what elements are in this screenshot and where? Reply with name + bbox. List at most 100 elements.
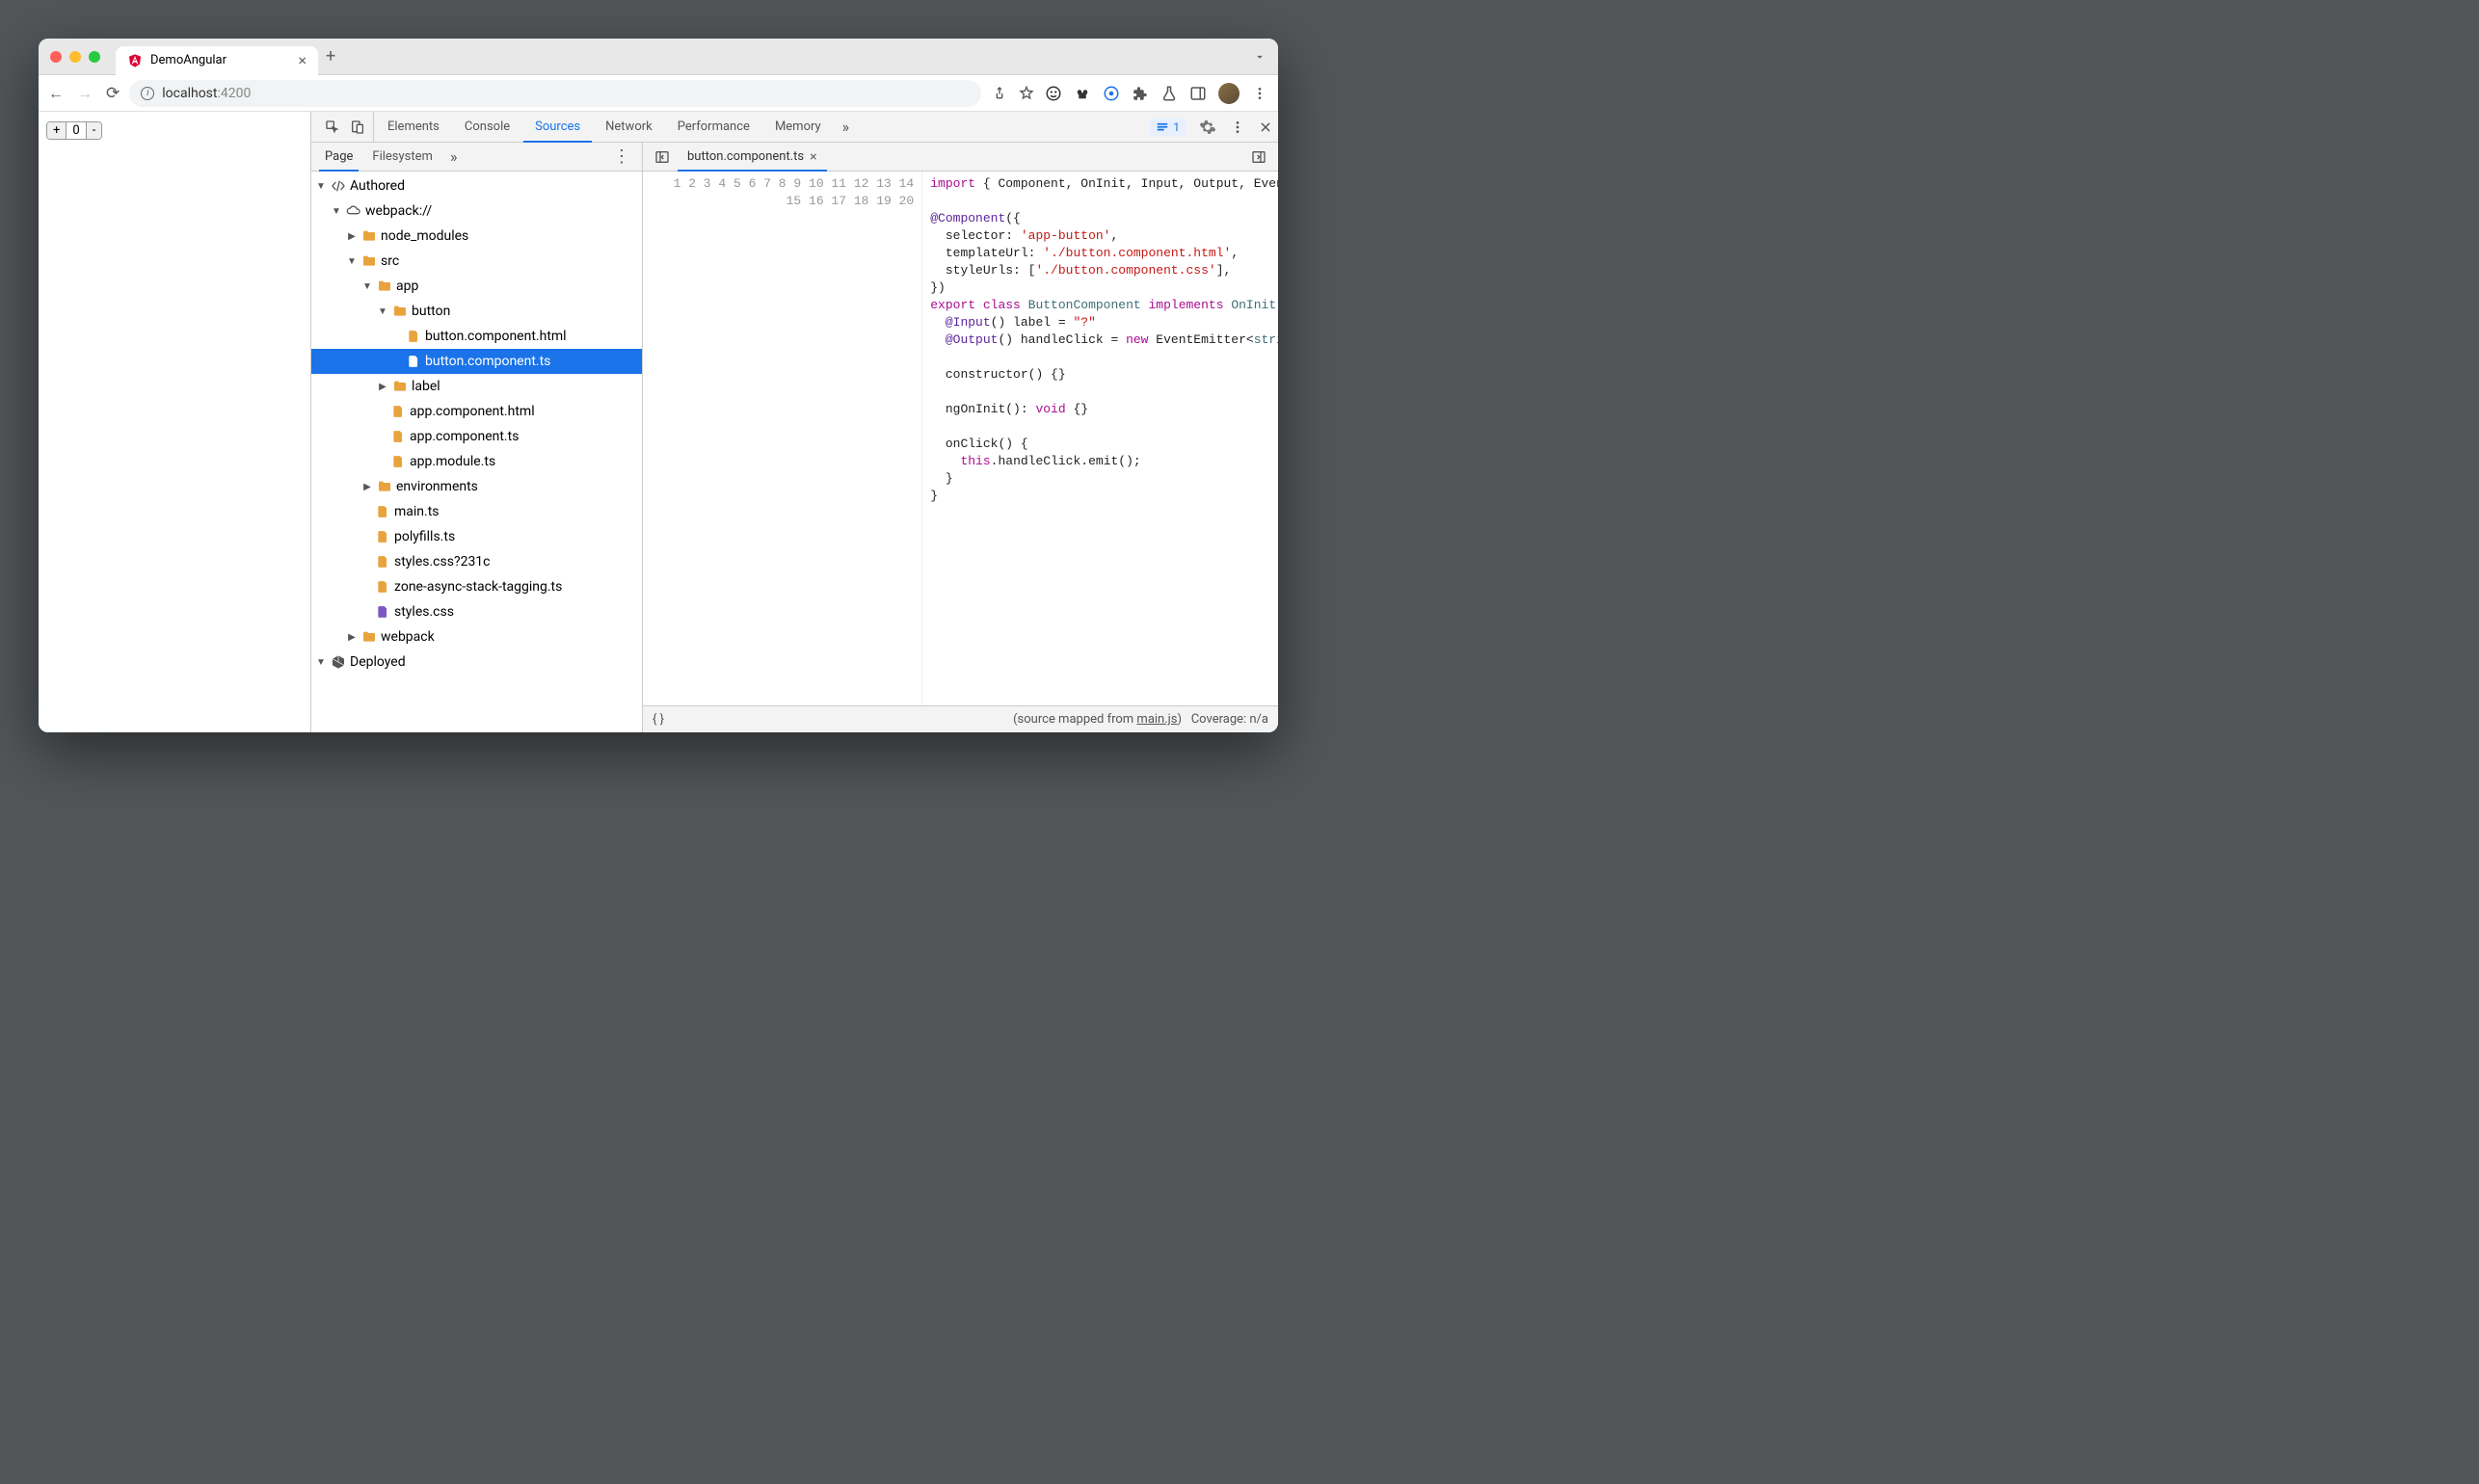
folder-icon: [392, 379, 408, 394]
tab-list-button[interactable]: [1253, 50, 1266, 64]
window-controls: [50, 51, 100, 63]
file-icon: [375, 579, 390, 595]
sidebar-menu-button[interactable]: ⋮: [605, 146, 638, 167]
devtools-icons: [317, 112, 374, 142]
tree-webpack-folder[interactable]: ▶webpack: [311, 624, 642, 649]
sidebar-tab-page[interactable]: Page: [315, 143, 362, 171]
code-editor: button.component.ts × 1 2 3 4 5 6 7 8 9 …: [643, 143, 1278, 732]
side-panel-icon[interactable]: [1189, 85, 1207, 102]
editor-tab-close-icon[interactable]: ×: [810, 149, 816, 165]
tree-polyfills[interactable]: polyfills.ts: [311, 524, 642, 549]
tree-app[interactable]: ▼app: [311, 274, 642, 299]
browser-window: DemoAngular × + ← → ⟳ i localhost:4200: [39, 39, 1278, 732]
browser-tab[interactable]: DemoAngular ×: [116, 46, 318, 75]
file-icon: [375, 554, 390, 570]
profile-avatar[interactable]: [1218, 83, 1240, 104]
cloud-icon: [346, 203, 361, 219]
left-pane-toggle-icon[interactable]: [647, 149, 678, 165]
bookmark-star-icon[interactable]: [1018, 85, 1035, 102]
tree-deployed[interactable]: ▼Deployed: [311, 649, 642, 675]
tree-main-ts[interactable]: main.ts: [311, 499, 642, 524]
device-toggle-icon[interactable]: [350, 119, 365, 135]
file-icon: [406, 354, 421, 369]
devtools-right-controls: 1: [1150, 119, 1272, 136]
tab-sources[interactable]: Sources: [523, 112, 592, 142]
titlebar: DemoAngular × +: [39, 39, 1278, 75]
tree-label-folder[interactable]: ▶label: [311, 374, 642, 399]
back-button[interactable]: ←: [48, 84, 64, 103]
chrome-menu-button[interactable]: [1251, 85, 1268, 102]
file-icon: [390, 429, 406, 444]
coverage-label: Coverage: n/a: [1191, 712, 1268, 727]
devtools-close-icon[interactable]: [1259, 120, 1272, 134]
file-icon: [390, 404, 406, 419]
mapped-link[interactable]: main.js: [1136, 712, 1177, 727]
tree-button-ts[interactable]: button.component.ts: [311, 349, 642, 374]
maximize-window-button[interactable]: [89, 51, 100, 63]
pretty-print-icon[interactable]: { }: [653, 712, 664, 727]
tree-authored[interactable]: ▼Authored: [311, 173, 642, 199]
tree-src[interactable]: ▼src: [311, 249, 642, 274]
extension-icon-1[interactable]: [1045, 85, 1062, 102]
deployed-icon: [331, 654, 346, 670]
labs-icon[interactable]: [1160, 85, 1178, 102]
share-icon[interactable]: [991, 85, 1008, 102]
code-area[interactable]: 1 2 3 4 5 6 7 8 9 10 11 12 13 14 15 16 1…: [643, 172, 1278, 705]
tree-app-ts[interactable]: app.component.ts: [311, 424, 642, 449]
extension-icon-2[interactable]: [1074, 85, 1091, 102]
forward-button[interactable]: →: [77, 84, 93, 103]
tree-styles-css-q[interactable]: styles.css?231c: [311, 549, 642, 574]
url-field[interactable]: i localhost:4200: [129, 80, 981, 107]
tab-close-button[interactable]: ×: [298, 51, 307, 69]
folder-icon: [377, 278, 392, 294]
tree-styles-css[interactable]: styles.css: [311, 599, 642, 624]
site-info-icon[interactable]: i: [141, 87, 154, 100]
devtools-settings-icon[interactable]: [1199, 119, 1216, 136]
devtools-tabs: Elements Console Sources Network Perform…: [311, 112, 1278, 143]
tab-left: DemoAngular: [127, 53, 227, 68]
editor-tab-title: button.component.ts: [687, 149, 804, 164]
extension-icons: [1045, 83, 1268, 104]
counter-value: 0: [66, 122, 86, 139]
close-window-button[interactable]: [50, 51, 62, 63]
editor-tabs: button.component.ts ×: [643, 143, 1278, 172]
tree-environments[interactable]: ▶environments: [311, 474, 642, 499]
sidebar-tabs-overflow[interactable]: »: [442, 147, 466, 166]
tab-performance[interactable]: Performance: [666, 112, 761, 142]
tree-button-html[interactable]: button.component.html: [311, 324, 642, 349]
tab-console[interactable]: Console: [453, 112, 521, 142]
folder-icon: [361, 228, 377, 244]
tree-app-html[interactable]: app.component.html: [311, 399, 642, 424]
reload-button[interactable]: ⟳: [106, 84, 120, 103]
sidebar-tabs: Page Filesystem » ⋮: [311, 143, 642, 172]
minimize-window-button[interactable]: [69, 51, 81, 63]
tab-elements[interactable]: Elements: [376, 112, 451, 142]
right-pane-toggle-icon[interactable]: [1243, 149, 1274, 165]
inspect-element-icon[interactable]: [325, 119, 340, 135]
code-content[interactable]: import { Component, OnInit, Input, Outpu…: [922, 172, 1278, 705]
extension-icon-3[interactable]: [1103, 85, 1120, 102]
sidebar-tab-filesystem[interactable]: Filesystem: [362, 143, 442, 171]
tab-memory[interactable]: Memory: [763, 112, 833, 142]
tree-webpack[interactable]: ▼webpack://: [311, 199, 642, 224]
tabs-overflow-button[interactable]: »: [835, 118, 858, 136]
editor-tab[interactable]: button.component.ts ×: [678, 143, 827, 171]
counter-plus-button[interactable]: +: [47, 122, 66, 139]
counter-minus-button[interactable]: -: [87, 122, 102, 139]
devtools-menu-icon[interactable]: [1230, 119, 1245, 135]
tree-node-modules[interactable]: ▶node_modules: [311, 224, 642, 249]
status-right: (source mapped from main.js) Coverage: n…: [1013, 712, 1268, 727]
extensions-button[interactable]: [1132, 85, 1149, 102]
sources-sidebar: Page Filesystem » ⋮ ▼Authored ▼webpack:/…: [311, 143, 643, 732]
tab-title: DemoAngular: [150, 53, 227, 67]
folder-icon: [361, 629, 377, 645]
tree-app-module[interactable]: app.module.ts: [311, 449, 642, 474]
tab-network[interactable]: Network: [594, 112, 664, 142]
tree-button-folder[interactable]: ▼button: [311, 299, 642, 324]
tree-zone-tag[interactable]: zone-async-stack-tagging.ts: [311, 574, 642, 599]
authored-icon: [331, 178, 346, 194]
folder-icon: [392, 304, 408, 319]
folder-icon: [361, 253, 377, 269]
new-tab-button[interactable]: +: [326, 46, 335, 66]
issues-badge[interactable]: 1: [1150, 119, 1186, 136]
